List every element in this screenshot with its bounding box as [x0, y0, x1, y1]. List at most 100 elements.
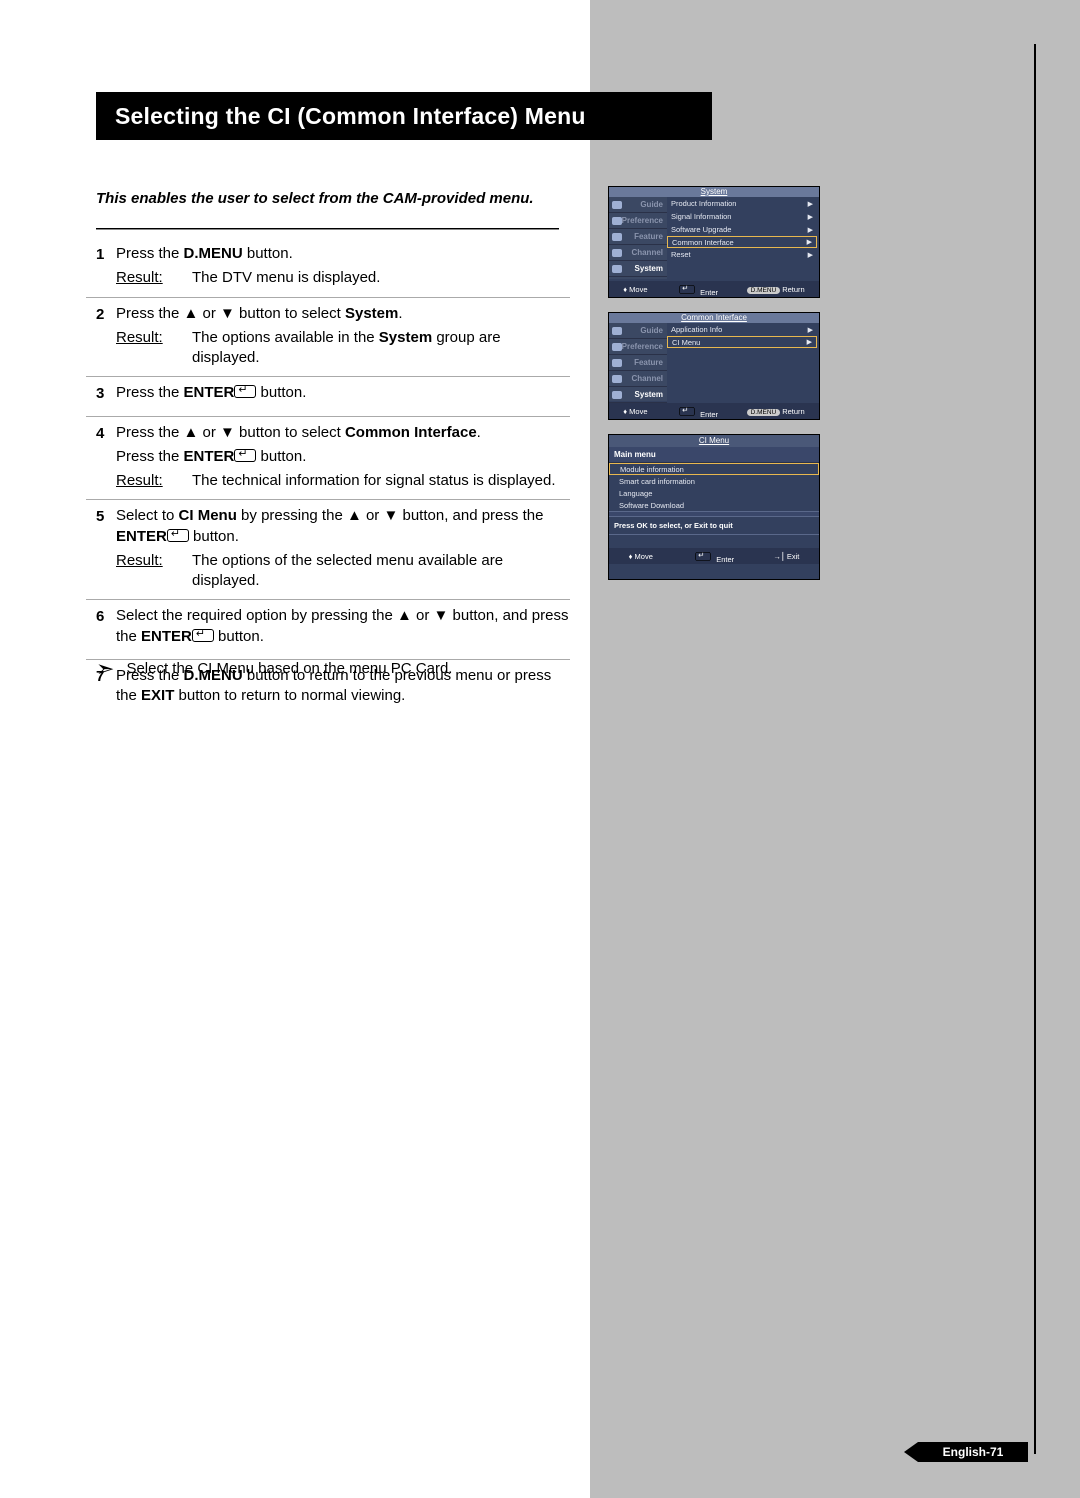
osd-tab-icon [612, 265, 622, 273]
osd-tab: Feature [609, 355, 667, 371]
step-number: 2 [86, 304, 116, 369]
osd1-title: System [609, 187, 819, 197]
osd3-menu-item: Software Download [609, 499, 819, 511]
osd-tab-label: Preference [622, 342, 663, 351]
step: 5Select to CI Menu by pressing the ▲ or … [86, 500, 570, 600]
step: 2Press the ▲ or ▼ button to select Syste… [86, 298, 570, 378]
osd-menu-item: Common Interface ▶ [667, 236, 817, 248]
enter-icon [234, 385, 256, 398]
step-instruction: Select to CI Menu by pressing the ▲ or ▼… [116, 506, 570, 547]
osd-menu-label: Reset [671, 250, 691, 259]
osd3-subheader: Main menu [609, 447, 819, 463]
osd1-side-tabs: Guide Preference Feature Channel System [609, 197, 667, 279]
result-text: The options available in the System grou… [192, 328, 570, 369]
osd2-footer: ♦ Move Enter D.MENUReturn [609, 403, 819, 419]
osd3-prompt: Press OK to select, or Exit to quit [609, 517, 819, 534]
osd-tab-label: System [635, 264, 663, 273]
step-instruction: Press the ▲ or ▼ button to select System… [116, 304, 570, 324]
osd-menu-item: Reset▶ [667, 248, 817, 261]
result-text: The technical information for signal sta… [192, 471, 570, 491]
osd3-menu-item: Module information [609, 463, 819, 475]
osd-tab-label: Guide [640, 200, 663, 209]
osd-menu-label: Common Interface [672, 238, 734, 247]
osd-menu-item: Application Info ▶ [667, 323, 817, 336]
osd-tab-label: System [635, 390, 663, 399]
osd-tab: Guide [609, 323, 667, 339]
osd2-enter: Enter [676, 404, 718, 419]
osd-tab-icon [612, 391, 622, 399]
osd-tab: Channel [609, 371, 667, 387]
osd3-footer: ♦ Move Enter →⎮ Exit [609, 548, 819, 564]
enter-icon [234, 449, 256, 462]
step-number: 6 [86, 606, 116, 651]
osd-menu-item: CI Menu▶ [667, 336, 817, 348]
osd2-title: Common Interface [609, 313, 819, 323]
step-instruction: Press the D.MENU button. [116, 244, 570, 264]
osd2-return: D.MENUReturn [747, 407, 805, 416]
intro-text: This enables the user to select from the… [96, 190, 534, 207]
step-instruction: Select the required option by pressing t… [116, 606, 570, 647]
section-title: Selecting the CI (Common Interface) Menu [115, 103, 586, 130]
osd1-content: Product Information▶Signal Information▶S… [667, 197, 817, 279]
osd-tab-label: Feature [634, 232, 663, 241]
osd-tab-icon [612, 343, 622, 351]
osd3-menu-item: Language [609, 487, 819, 499]
step-result: Result:The DTV menu is displayed. [116, 268, 570, 288]
osd-screenshot-common-interface: Common Interface Guide Preference Feature C… [608, 312, 820, 420]
step-number: 4 [86, 423, 116, 492]
osd3-title: CI Menu [609, 435, 819, 447]
osd3-items: Module informationSmart card information… [609, 463, 819, 511]
osd1-footer: ♦ Move Enter D.MENUReturn [609, 281, 819, 297]
step-body: Select to CI Menu by pressing the ▲ or ▼… [116, 506, 570, 591]
osd-tab-label: Channel [631, 248, 663, 257]
step-result: Result:The options available in the Syst… [116, 328, 570, 369]
osd3-exit: →⎮ Exit [773, 552, 799, 561]
osd-tab: System [609, 387, 667, 403]
osd3-enter: Enter [692, 549, 734, 564]
step-instruction: Press the ENTER button. [116, 383, 570, 403]
osd-screenshot-system: System Guide Preference Feature Channel Syst… [608, 186, 820, 298]
chevron-right-icon: ▶ [808, 200, 813, 208]
step-body: Select the required option by pressing t… [116, 606, 570, 651]
osd-tab: Feature [609, 229, 667, 245]
osd-tab-label: Feature [634, 358, 663, 367]
enter-icon [192, 629, 214, 642]
osd1-enter: Enter [676, 282, 718, 297]
step-number: 1 [86, 244, 116, 289]
osd-tab-icon [612, 249, 622, 257]
osd2-move: ♦ Move [623, 407, 647, 416]
osd-menu-item: Signal Information▶ [667, 210, 817, 223]
osd-tab: Preference [609, 213, 667, 229]
osd-menu-item: Product Information▶ [667, 197, 817, 210]
step: 6Select the required option by pressing … [86, 600, 570, 660]
chevron-right-icon: ▶ [807, 238, 812, 246]
result-text: The options of the selected menu availab… [192, 551, 570, 592]
osd-tab-icon [612, 201, 622, 209]
osd2-side-tabs: Guide Preference Feature Channel System [609, 323, 667, 401]
osd-tab: Preference [609, 339, 667, 355]
result-label: Result: [116, 471, 192, 491]
osd-tab: Guide [609, 197, 667, 213]
step: 1Press the D.MENU button. Result:The DTV … [86, 238, 570, 298]
step-body: Press the ENTER button. [116, 383, 570, 407]
step-number: 3 [86, 383, 116, 407]
osd-tab-icon [612, 359, 622, 367]
osd-tab-icon [612, 375, 622, 383]
osd-tab-label: Channel [631, 374, 663, 383]
note-text: Select the CI Menu based on the menu PC … [126, 660, 452, 677]
osd-tab-icon [612, 217, 622, 225]
osd1-return: D.MENUReturn [747, 285, 805, 294]
step-body: Press the ▲ or ▼ button to select System… [116, 304, 570, 369]
chevron-right-icon: ▶ [808, 326, 813, 334]
osd-menu-label: Software Upgrade [671, 225, 731, 234]
osd-tab: Channel [609, 245, 667, 261]
result-label: Result: [116, 268, 192, 288]
osd-menu-label: CI Menu [672, 338, 700, 347]
osd-menu-label: Application Info [671, 325, 722, 334]
page-number-tab: English-71 [918, 1442, 1028, 1462]
steps-list: 1Press the D.MENU button. Result:The DTV … [86, 238, 570, 718]
osd-tab-icon [612, 233, 622, 241]
osd-menu-item: Software Upgrade▶ [667, 223, 817, 236]
osd3-move: ♦ Move [629, 552, 653, 561]
step-instruction: Press the ENTER button. [116, 447, 570, 467]
